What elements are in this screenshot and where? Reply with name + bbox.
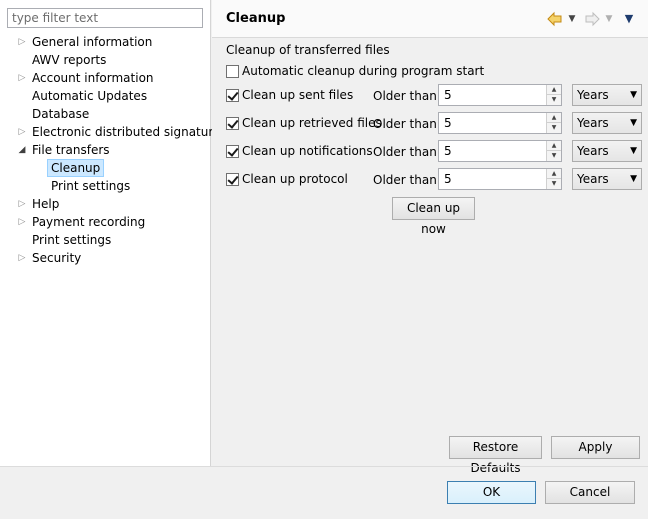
cancel-button[interactable]: Cancel	[545, 481, 635, 504]
tree-item-help[interactable]: ▷ Help	[0, 195, 210, 213]
notifications-unit-select[interactable]: Years ▼	[572, 140, 642, 162]
expand-arrow-icon[interactable]: ▷	[16, 249, 28, 267]
clean-protocol-checkbox[interactable]	[226, 173, 239, 186]
tree-item-label: Payment recording	[32, 215, 146, 229]
spin-up-icon[interactable]: ▲	[547, 169, 561, 179]
clean-retrieved-files-label: Clean up retrieved files	[242, 116, 382, 130]
back-history-dropdown-icon[interactable]: ▼	[567, 12, 577, 26]
auto-cleanup-label: Automatic cleanup during program start	[242, 64, 485, 78]
preference-tree-panel: ▷ General information AWV reports ▷ Acco…	[0, 0, 221, 466]
collapse-arrow-icon[interactable]: ◢	[16, 141, 28, 159]
forward-history-dropdown-icon[interactable]: ▼	[604, 12, 614, 26]
spin-up-icon[interactable]: ▲	[547, 141, 561, 151]
retrieved-files-age-spinner[interactable]: 5 ▲ ▼	[438, 112, 562, 134]
spinner-value[interactable]: 5	[444, 141, 452, 161]
tree-item-label: Account information	[32, 71, 154, 85]
select-value: Years	[577, 144, 609, 158]
select-value: Years	[577, 116, 609, 130]
spinner-buttons: ▲ ▼	[546, 85, 561, 105]
tree-item-label: Electronic distributed signature	[32, 125, 221, 139]
tree-item-account-information[interactable]: ▷ Account information	[0, 69, 210, 87]
protocol-age-spinner[interactable]: 5 ▲ ▼	[438, 168, 562, 190]
spin-down-icon[interactable]: ▼	[547, 95, 561, 105]
clean-sent-files-checkbox[interactable]	[226, 89, 239, 102]
spinner-value[interactable]: 5	[444, 85, 452, 105]
restore-defaults-button[interactable]: Restore Defaults	[449, 436, 542, 475]
select-value: Years	[577, 88, 609, 102]
spinner-value[interactable]: 5	[444, 169, 452, 189]
clean-up-now-button[interactable]: Clean up now	[392, 197, 475, 236]
clean-sent-files-label: Clean up sent files	[242, 88, 354, 102]
spin-down-icon[interactable]: ▼	[547, 151, 561, 161]
tree-item-cleanup[interactable]: Cleanup	[0, 159, 210, 177]
older-than-label: Older than	[373, 173, 437, 187]
clean-protocol-label: Clean up protocol	[242, 172, 348, 186]
spin-up-icon[interactable]: ▲	[547, 85, 561, 95]
sent-files-unit-select[interactable]: Years ▼	[572, 84, 642, 106]
page-title: Cleanup	[226, 11, 286, 26]
spin-down-icon[interactable]: ▼	[547, 179, 561, 189]
back-arrow-icon[interactable]	[546, 10, 564, 28]
tree-item-label: Security	[32, 251, 82, 265]
tree-item-file-transfers-print-settings[interactable]: Print settings	[0, 177, 210, 195]
section-label: Cleanup of transferred files	[226, 43, 390, 57]
tree-item-label: Help	[32, 197, 60, 211]
protocol-unit-select[interactable]: Years ▼	[572, 168, 642, 190]
clean-retrieved-files-checkbox[interactable]	[226, 117, 239, 130]
tree-item-general-information[interactable]: ▷ General information	[0, 33, 210, 51]
older-than-label: Older than	[373, 145, 437, 159]
tree-item-label: Automatic Updates	[32, 89, 148, 103]
tree-item-label: General information	[32, 35, 153, 49]
sent-files-age-spinner[interactable]: 5 ▲ ▼	[438, 84, 562, 106]
spinner-buttons: ▲ ▼	[546, 141, 561, 161]
view-menu-icon[interactable]: ▼	[624, 12, 634, 26]
tree-item-label: Database	[32, 107, 90, 121]
tree-item-label-selected: Cleanup	[47, 159, 105, 177]
spinner-buttons: ▲ ▼	[546, 169, 561, 189]
chevron-down-icon[interactable]: ▼	[630, 169, 637, 189]
clean-notifications-checkbox[interactable]	[226, 145, 239, 158]
tree-item-file-transfers[interactable]: ◢ File transfers	[0, 141, 210, 159]
chevron-down-icon[interactable]: ▼	[630, 113, 637, 133]
tree-item-payment-recording[interactable]: ▷ Payment recording	[0, 213, 210, 231]
preference-page: Cleanup ▼ ▼ ▼ Cleanup of transferred fil…	[212, 0, 648, 475]
expand-arrow-icon[interactable]: ▷	[16, 33, 28, 51]
tree-item-label: Print settings	[32, 233, 112, 247]
expand-arrow-icon[interactable]: ▷	[16, 195, 28, 213]
spin-down-icon[interactable]: ▼	[547, 123, 561, 133]
tree-item-label: File transfers	[32, 143, 110, 157]
tree-item-database[interactable]: Database	[0, 105, 210, 123]
tree-item-awv-reports[interactable]: AWV reports	[0, 51, 210, 69]
ok-button[interactable]: OK	[447, 481, 536, 504]
expand-arrow-icon[interactable]: ▷	[16, 69, 28, 87]
auto-cleanup-checkbox[interactable]	[226, 65, 239, 78]
tree-item-electronic-distributed-signature[interactable]: ▷ Electronic distributed signature	[0, 123, 221, 141]
notifications-age-spinner[interactable]: 5 ▲ ▼	[438, 140, 562, 162]
dialog-divider	[0, 466, 648, 467]
expand-arrow-icon[interactable]: ▷	[16, 213, 28, 231]
clean-notifications-label: Clean up notifications	[242, 144, 373, 158]
chevron-down-icon[interactable]: ▼	[630, 141, 637, 161]
expand-arrow-icon[interactable]: ▷	[16, 123, 28, 141]
older-than-label: Older than	[373, 89, 437, 103]
spin-up-icon[interactable]: ▲	[547, 113, 561, 123]
retrieved-files-unit-select[interactable]: Years ▼	[572, 112, 642, 134]
select-value: Years	[577, 172, 609, 186]
chevron-down-icon[interactable]: ▼	[630, 85, 637, 105]
apply-button[interactable]: Apply	[551, 436, 640, 459]
spinner-value[interactable]: 5	[444, 113, 452, 133]
tree-item-print-settings[interactable]: Print settings	[0, 231, 210, 249]
forward-arrow-icon[interactable]	[583, 10, 601, 28]
older-than-label: Older than	[373, 117, 437, 131]
tree-item-security[interactable]: ▷ Security	[0, 249, 210, 267]
spinner-buttons: ▲ ▼	[546, 113, 561, 133]
tree-item-automatic-updates[interactable]: Automatic Updates	[0, 87, 210, 105]
tree-item-label: AWV reports	[32, 53, 107, 67]
tree-item-label: Print settings	[51, 179, 131, 193]
page-header: Cleanup ▼ ▼ ▼	[212, 0, 648, 38]
filter-input[interactable]	[7, 8, 203, 28]
